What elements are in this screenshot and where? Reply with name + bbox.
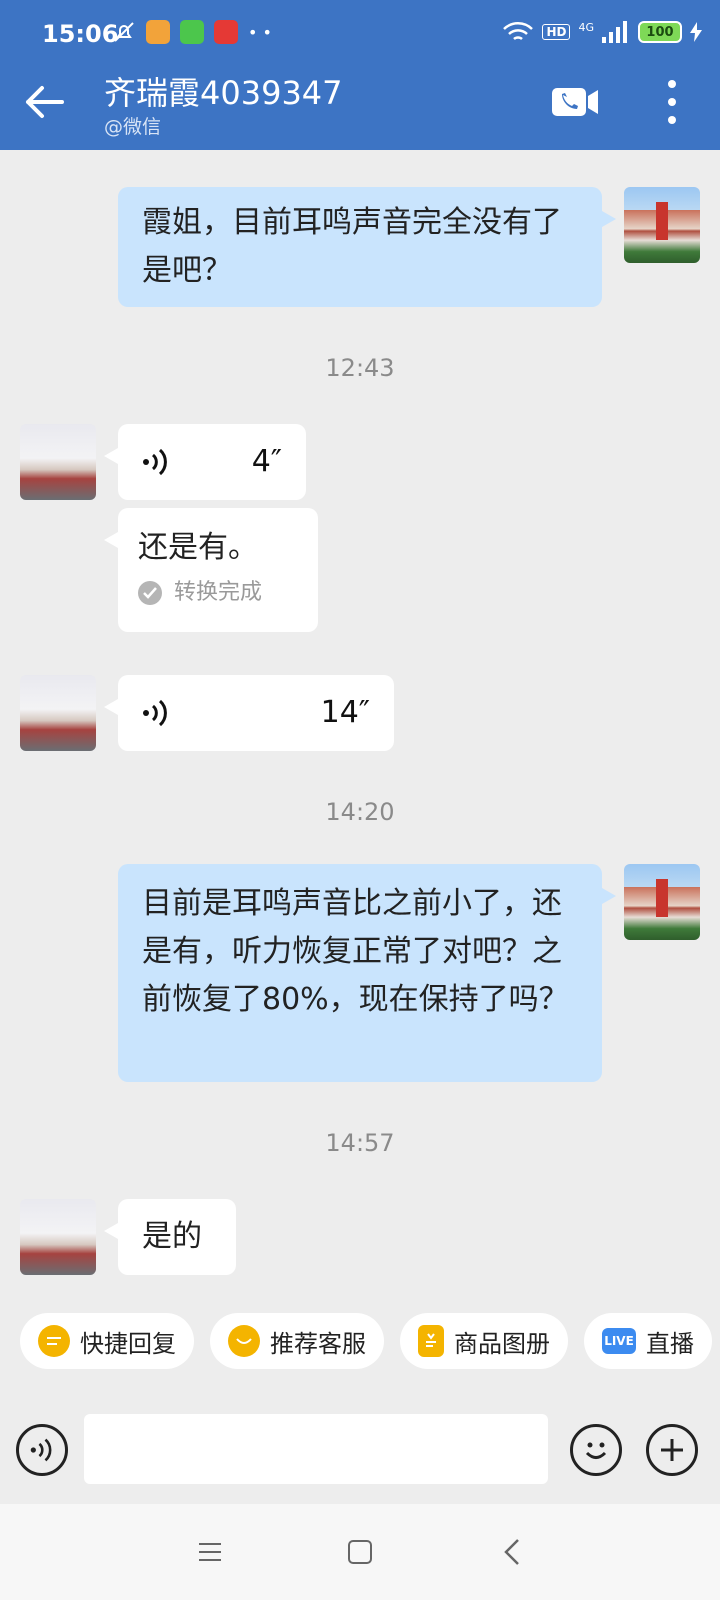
convert-status: 转换完成 <box>118 578 318 622</box>
my-message-bubble[interactable]: 霞姐，目前耳鸣声音完全没有了是吧？ <box>118 187 616 307</box>
back-arrow-icon <box>26 86 64 118</box>
more-icon <box>668 80 676 88</box>
message-text: 目前是耳鸣声音比之前小了，还是有，听力恢复正常了对吧？之前恢复了80%，现在保持… <box>142 886 569 1017</box>
quick-action-bar: 快捷回复 推荐客服 商品图册 LIVE 直播 <box>0 1313 720 1403</box>
message-timestamp: 14:57 <box>325 1129 395 1157</box>
contact-avatar[interactable] <box>20 675 96 751</box>
message-timestamp: 12:43 <box>325 354 395 382</box>
status-time: 15:06 <box>42 20 119 48</box>
status-right: HD 4G 100 <box>502 20 702 44</box>
more-button[interactable] <box>664 80 680 124</box>
video-call-button[interactable] <box>552 86 600 118</box>
video-call-icon <box>552 88 598 116</box>
voice-duration: 4″ <box>251 444 282 479</box>
live-icon: LIVE <box>602 1328 636 1354</box>
emoji-button[interactable] <box>570 1424 622 1476</box>
hd-badge: HD <box>542 24 571 40</box>
transcript-text: 还是有。 <box>138 530 258 565</box>
more-notifications-icon: • • <box>248 22 272 42</box>
chip-label: 推荐客服 <box>270 1329 366 1358</box>
charging-icon <box>690 22 702 42</box>
contact-message-bubble[interactable]: 是的 <box>104 1199 236 1275</box>
notification-app-icon <box>214 20 238 44</box>
voice-input-button[interactable] <box>16 1424 68 1476</box>
recent-apps-button[interactable] <box>190 1532 230 1572</box>
voice-wave-icon <box>143 448 167 476</box>
system-nav-bar <box>0 1504 720 1600</box>
chip-label: 快捷回复 <box>80 1329 176 1358</box>
my-avatar[interactable] <box>624 187 700 263</box>
plus-icon <box>661 1439 683 1461</box>
network-type: 4G <box>578 20 594 34</box>
live-chip[interactable]: LIVE 直播 <box>584 1313 712 1369</box>
chat-header: 15:06 • • HD 4G 100 齐瑞霞4039347 @微信 <box>0 0 720 150</box>
message-input[interactable] <box>84 1414 548 1484</box>
voice-duration: 14″ <box>320 695 370 730</box>
wifi-icon <box>503 22 534 41</box>
notification-app-icon <box>146 20 170 44</box>
notification-app-icon <box>180 20 204 44</box>
contact-avatar[interactable] <box>20 424 96 500</box>
voice-message-bubble[interactable]: 14″ <box>104 675 394 751</box>
product-catalog-chip[interactable]: 商品图册 <box>400 1313 568 1369</box>
home-button[interactable] <box>340 1532 380 1572</box>
my-message-bubble[interactable]: 目前是耳鸣声音比之前小了，还是有，听力恢复正常了对吧？之前恢复了80%，现在保持… <box>118 864 616 1082</box>
more-actions-button[interactable] <box>646 1424 698 1476</box>
contact-source: @微信 <box>104 116 162 138</box>
message-text: 是的 <box>142 1219 202 1254</box>
back-nav-button[interactable] <box>492 1532 532 1572</box>
quick-reply-chip[interactable]: 快捷回复 <box>20 1313 194 1369</box>
back-nav-icon <box>504 1539 519 1565</box>
check-icon <box>138 581 162 605</box>
recommend-agent-chip[interactable]: 推荐客服 <box>210 1313 384 1369</box>
catalog-icon <box>418 1325 444 1357</box>
emoji-icon <box>585 1442 607 1459</box>
agent-icon <box>228 1325 260 1357</box>
home-icon <box>348 1540 372 1564</box>
voice-wave-icon <box>30 1438 52 1462</box>
battery-indicator: 100 <box>638 21 682 43</box>
contact-name: 齐瑞霞4039347 <box>104 74 343 112</box>
chip-label: 商品图册 <box>454 1329 550 1358</box>
input-bar <box>0 1400 720 1504</box>
menu-icon <box>199 1543 221 1561</box>
voice-transcript-bubble[interactable]: 还是有。 转换完成 <box>104 508 318 632</box>
status-notifications: • • <box>112 20 272 44</box>
voice-wave-icon <box>143 699 167 727</box>
message-text: 霞姐，目前耳鸣声音完全没有了是吧？ <box>142 205 562 288</box>
chip-label: 直播 <box>646 1329 694 1358</box>
message-timestamp: 14:20 <box>325 798 395 826</box>
signal-icon <box>602 21 627 43</box>
contact-avatar[interactable] <box>20 1199 96 1275</box>
my-avatar[interactable] <box>624 864 700 940</box>
convert-status-text: 转换完成 <box>174 580 263 605</box>
voice-message-bubble[interactable]: 4″ <box>104 424 306 500</box>
mute-bell-icon <box>114 22 134 42</box>
quick-reply-icon <box>38 1325 70 1357</box>
back-button[interactable] <box>24 80 74 124</box>
